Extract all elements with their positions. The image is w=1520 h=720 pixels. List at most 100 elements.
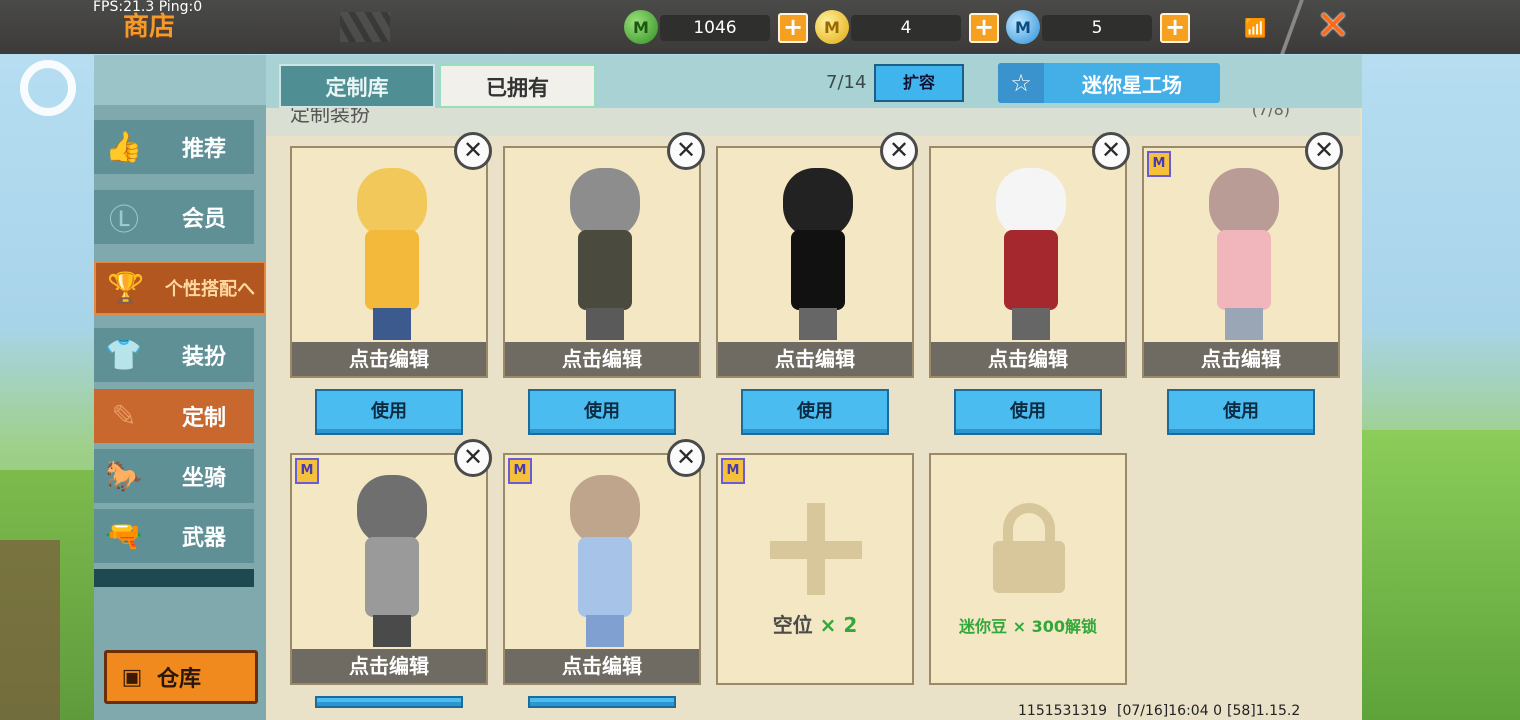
nav-section-personal-style[interactable]: 🏆 个性搭配へ [94, 261, 266, 315]
shirt-icon: 👕 [105, 337, 143, 373]
edit-label: 点击编辑 [292, 342, 486, 376]
avatar-figure [560, 168, 650, 348]
edit-label: 点击编辑 [718, 342, 912, 376]
vip-badge-icon: M [1147, 151, 1171, 177]
edit-label: 点击编辑 [292, 649, 486, 683]
tab-owned[interactable]: 已拥有 [439, 64, 596, 108]
nav-item-dressup[interactable]: 👕 装扮 [94, 328, 254, 382]
remove-button[interactable]: ✕ [1305, 132, 1343, 170]
use-button[interactable]: 使用 [741, 389, 889, 435]
nav-item-partial [94, 569, 254, 587]
vip-badge-icon: M [508, 458, 532, 484]
outfit-card[interactable]: 点击编辑 [716, 146, 914, 378]
background-block [0, 540, 60, 720]
tab-custom-library[interactable]: 定制库 [279, 64, 435, 108]
nav-item-member[interactable]: Ⓛ 会员 [94, 190, 254, 244]
expand-button[interactable]: 扩容 [874, 64, 964, 102]
avatar-figure [773, 168, 863, 348]
nav-item-label: 装扮 [181, 345, 226, 370]
add-blue-button[interactable]: + [1160, 13, 1190, 43]
gold-amount: 4 [851, 15, 961, 41]
plus-icon [770, 503, 862, 595]
locked-slot-card[interactable]: 迷你豆 × 300解锁 [929, 453, 1127, 685]
star-icon: ☆ [998, 63, 1044, 103]
outfit-card[interactable]: M 点击编辑 [290, 453, 488, 685]
section-title: 定制装扮 [290, 108, 370, 126]
nav-item-label: 定制 [181, 406, 226, 431]
nav-item-label: 会员 [181, 207, 226, 232]
left-nav-header [94, 55, 266, 105]
nav-item-label: 推荐 [181, 137, 226, 162]
remove-button[interactable]: ✕ [667, 132, 705, 170]
blue-coin-icon: M [1006, 10, 1040, 44]
edit-label: 点击编辑 [931, 342, 1125, 376]
section-count: (7/8) [1251, 108, 1290, 119]
vip-l-icon: Ⓛ [109, 203, 139, 238]
use-button[interactable]: 使用 [315, 389, 463, 435]
close-shop-button[interactable]: ✕ [1313, 5, 1353, 47]
workshop-label: 迷你星工场 [1082, 72, 1182, 97]
use-button[interactable]: 使用 [1167, 389, 1315, 435]
vip-badge-icon: M [295, 458, 319, 484]
wifi-icon: 📶 [1244, 18, 1267, 39]
lock-icon [993, 503, 1065, 593]
section-header: 定制装扮 (7/8) [266, 108, 1360, 136]
outfit-card[interactable]: 点击编辑 [929, 146, 1127, 378]
page-title: 商店 [123, 12, 176, 42]
background-hill-right [1360, 430, 1520, 720]
green-gem-icon: M [624, 10, 658, 44]
empty-slot-text: 空位 × 2 [718, 609, 912, 638]
use-button[interactable] [528, 696, 676, 708]
outfit-card[interactable]: 点击编辑 [503, 146, 701, 378]
warehouse-label: 仓库 [157, 667, 202, 692]
warehouse-button[interactable]: ▣ 仓库 [104, 650, 258, 704]
avatar-figure [560, 475, 650, 655]
vip-badge-icon: M [721, 458, 745, 484]
use-button[interactable]: 使用 [954, 389, 1102, 435]
thumbs-up-icon: 👍 [105, 129, 143, 165]
nav-item-label: 坐骑 [181, 466, 226, 491]
avatar-figure [1199, 168, 1289, 348]
add-gold-button[interactable]: + [969, 13, 999, 43]
chest-icon: ▣ [121, 664, 143, 690]
outfit-card[interactable]: 点击编辑 [290, 146, 488, 378]
edit-label: 点击编辑 [505, 649, 699, 683]
avatar-figure [986, 168, 1076, 348]
slot-count: 7/14 [826, 72, 867, 93]
nav-item-custom[interactable]: ✎ 定制 [94, 389, 254, 443]
version: [58]1.15.2 [1227, 703, 1301, 719]
gold-coin-icon: M [815, 10, 849, 44]
timestamp: [07/16]16:04 0 [1117, 703, 1222, 719]
remove-button[interactable]: ✕ [880, 132, 918, 170]
nav-item-recommend[interactable]: 👍 推荐 [94, 120, 254, 174]
nav-item-weapon[interactable]: 🔫 武器 [94, 509, 254, 563]
unlock-cost: 迷你豆 × 300解锁 [959, 617, 1097, 636]
outfit-card[interactable]: M 点击编辑 [503, 453, 701, 685]
nav-item-mount[interactable]: 🐎 坐骑 [94, 449, 254, 503]
nav-item-label: 个性搭配へ [165, 279, 255, 300]
blue-amount: 5 [1042, 15, 1152, 41]
gun-icon: 🔫 [105, 518, 143, 554]
trophy-icon: 🏆 [107, 270, 145, 306]
empty-slot-card[interactable]: M 空位 × 2 [716, 453, 914, 685]
edit-label: 点击编辑 [505, 342, 699, 376]
remove-button[interactable]: ✕ [454, 439, 492, 477]
add-gems-button[interactable]: + [778, 13, 808, 43]
remove-button[interactable]: ✕ [454, 132, 492, 170]
empty-slot-label: 空位 [772, 613, 813, 637]
remove-button[interactable]: ✕ [1092, 132, 1130, 170]
avatar-figure [347, 475, 437, 655]
use-button[interactable] [315, 696, 463, 708]
nav-item-label: 武器 [181, 526, 226, 551]
decor-stripes [340, 12, 390, 42]
mount-icon: 🐎 [105, 458, 143, 494]
use-button[interactable]: 使用 [528, 389, 676, 435]
avatar-figure [347, 168, 437, 348]
outfit-card[interactable]: M 点击编辑 [1142, 146, 1340, 378]
remove-button[interactable]: ✕ [667, 439, 705, 477]
empty-slot-count: × 2 [819, 613, 858, 637]
workshop-button[interactable]: ☆ 迷你星工场 [998, 63, 1220, 103]
floating-ring-button[interactable] [20, 60, 76, 116]
edit-label: 点击编辑 [1144, 342, 1338, 376]
pencil-icon: ✎ [111, 398, 137, 434]
